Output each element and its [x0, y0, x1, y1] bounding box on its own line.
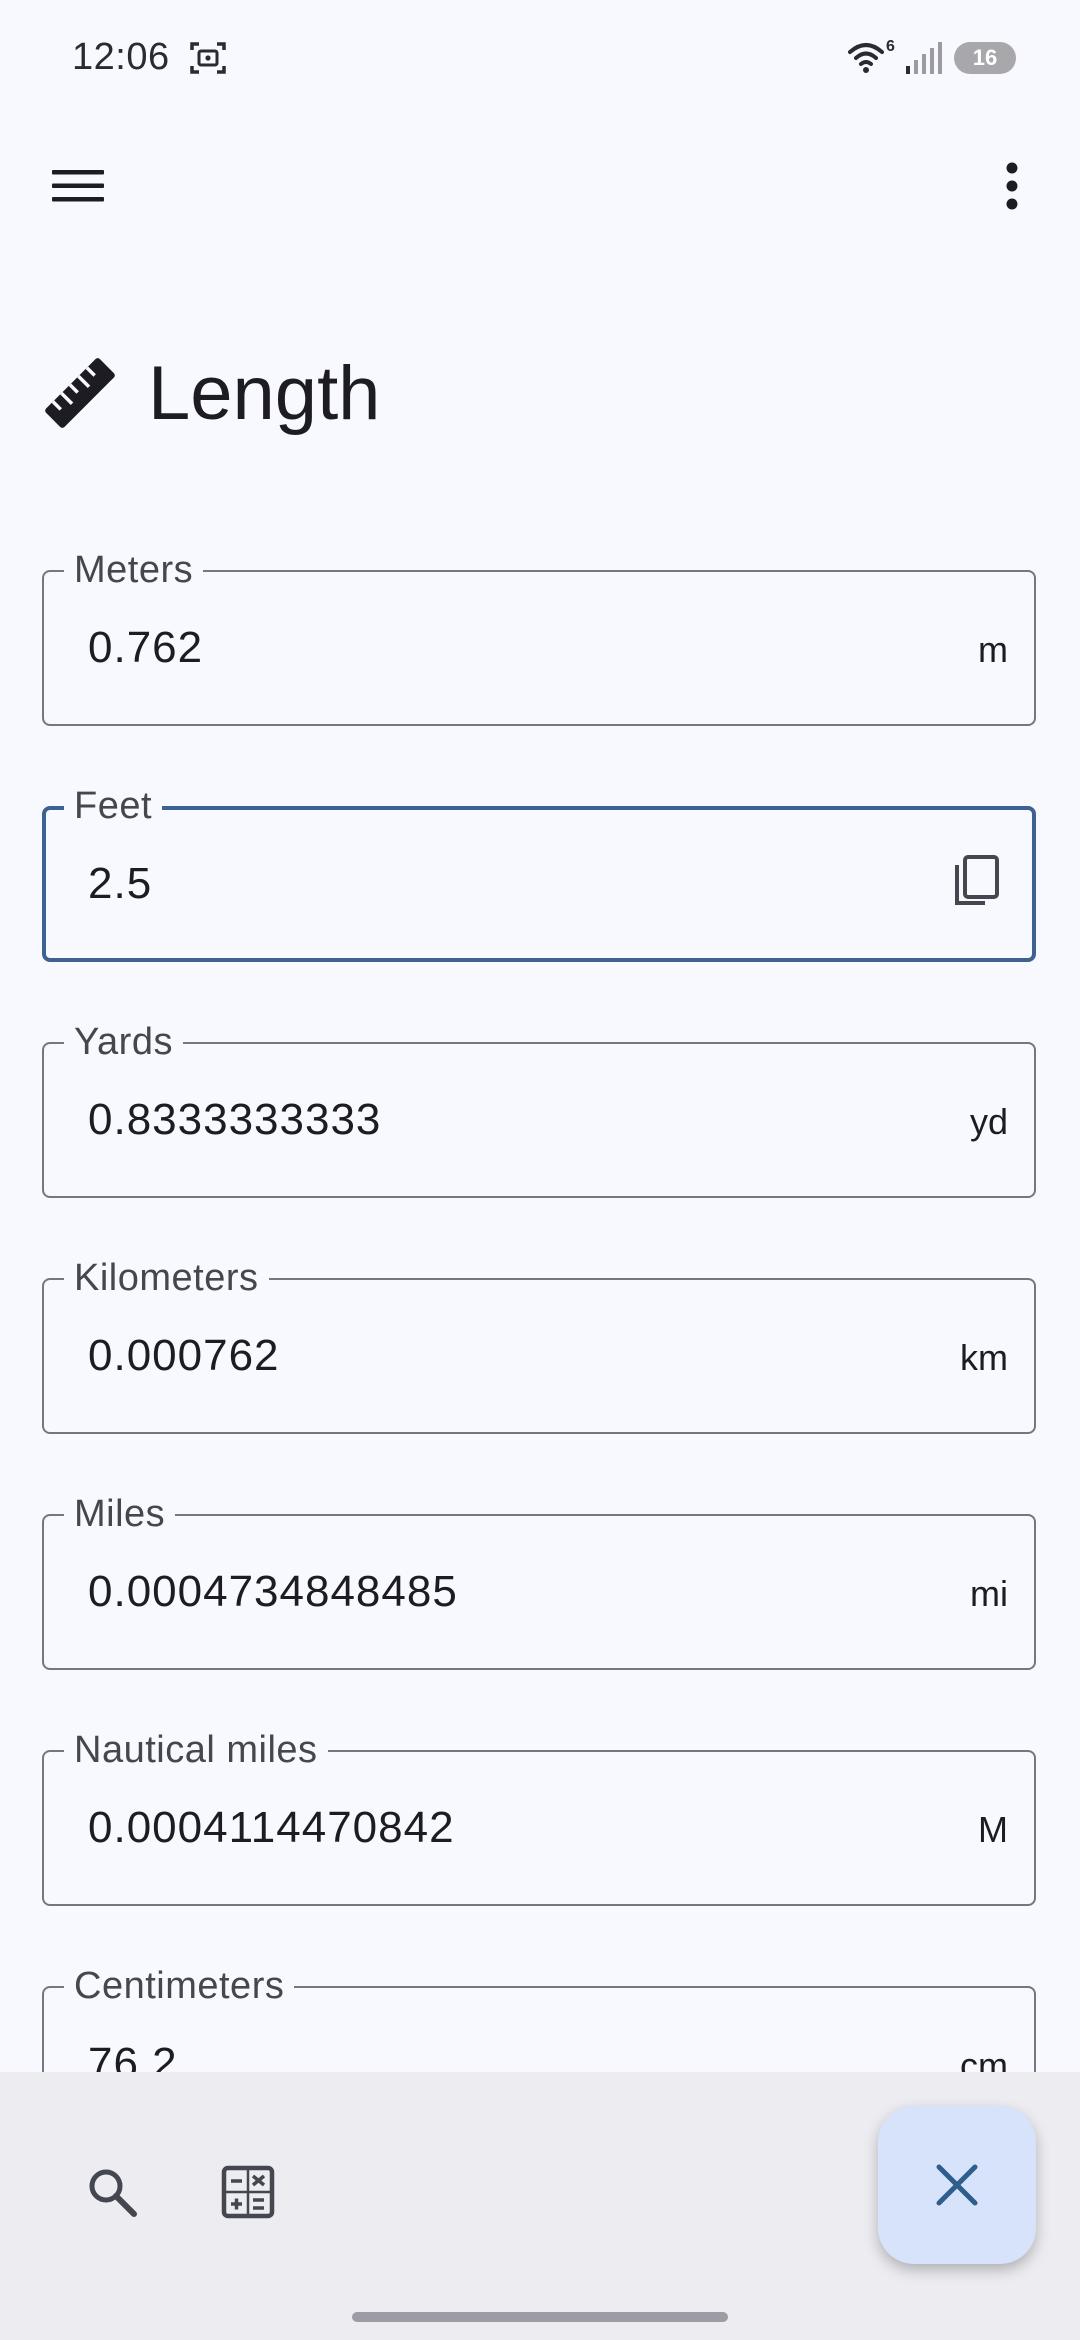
search-icon: [89, 2169, 137, 2217]
field-label: Miles: [64, 1492, 176, 1536]
field-value: 0.0004734848485: [88, 1567, 458, 1616]
calculator-icon: [221, 2165, 275, 2219]
battery-icon: 16: [954, 42, 1016, 74]
clear-fab[interactable]: [878, 2106, 1036, 2264]
field-unit: yd: [969, 1101, 1008, 1142]
field-unit: M: [978, 1809, 1008, 1850]
field-label: Kilometers: [64, 1256, 269, 1300]
page-title: Length: [148, 350, 381, 436]
meters-field[interactable]: Meters 0.762 m: [42, 548, 1036, 726]
close-icon: [936, 2164, 978, 2206]
field-label: Meters: [64, 548, 204, 592]
field-label: Nautical miles: [64, 1728, 328, 1772]
wifi-badge: 6: [886, 38, 895, 55]
more-options-button[interactable]: [970, 144, 1054, 228]
field-value: 0.000762: [88, 1331, 280, 1380]
calculator-button[interactable]: [208, 2152, 288, 2232]
kilometers-field[interactable]: Kilometers 0.000762 km: [42, 1256, 1036, 1434]
home-indicator[interactable]: [352, 2312, 728, 2322]
more-vert-icon: [1006, 162, 1018, 210]
menu-button[interactable]: [36, 144, 120, 228]
field-value: 2.5: [88, 859, 153, 908]
yards-field[interactable]: Yards 0.8333333333 yd: [42, 1020, 1036, 1198]
field-label: Centimeters: [64, 1964, 295, 2008]
nautical-miles-field[interactable]: Nautical miles 0.0004114470842 M: [42, 1728, 1036, 1906]
search-button[interactable]: [72, 2152, 152, 2232]
menu-icon: [52, 170, 104, 202]
field-unit: mi: [970, 1573, 1008, 1614]
copy-icon: [955, 855, 999, 905]
screenshot-icon: [188, 40, 228, 76]
bottom-app-bar: [0, 2072, 1080, 2340]
feet-field[interactable]: Feet 2.5: [42, 784, 1036, 962]
field-unit: m: [978, 629, 1008, 670]
field-unit: km: [960, 1337, 1008, 1378]
field-value: 0.8333333333: [88, 1095, 382, 1144]
status-time: 12:06: [72, 36, 170, 78]
status-bar: 12:06 6 16: [0, 0, 1080, 120]
miles-field[interactable]: Miles 0.0004734848485 mi: [42, 1492, 1036, 1670]
title-row: Length: [40, 338, 380, 448]
field-value: 0.762: [88, 623, 204, 672]
signal-icon: [904, 40, 944, 76]
field-label: Feet: [64, 784, 163, 828]
copy-button[interactable]: [946, 852, 1006, 912]
ruler-icon: [45, 358, 115, 428]
field-label: Yards: [64, 1020, 183, 1064]
field-value: 0.0004114470842: [88, 1803, 455, 1852]
